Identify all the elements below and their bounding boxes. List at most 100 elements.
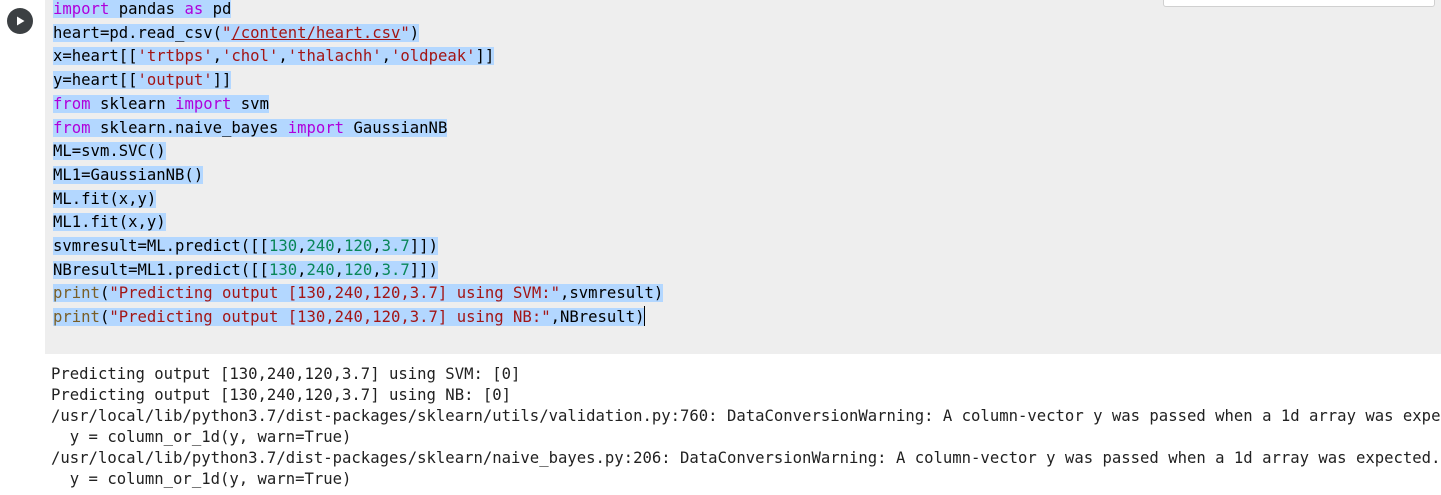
code-token: ML1=GaussianNB() — [53, 165, 204, 184]
code-token: 'output' — [137, 71, 213, 90]
code-token: , — [381, 47, 392, 66]
output-line: /usr/local/lib/python3.7/dist-packages/s… — [51, 407, 1441, 425]
output-line: Predicting output [130,240,120,3.7] usin… — [51, 386, 512, 404]
code-token: as — [184, 0, 204, 18]
code-token: " — [400, 23, 410, 42]
code-token: from — [53, 94, 91, 113]
selected-text: svmresult=ML.predict([[130,240,120,3.7]]… — [53, 237, 438, 255]
code-token: , — [372, 260, 382, 279]
code-line: import pandas as pd — [53, 0, 232, 20]
code-line: ML=svm.SVC() — [53, 140, 166, 162]
code-token: "Predicting output [130,240,120,3.7] usi… — [109, 284, 560, 303]
selected-text: heart=pd.read_csv("/content/heart.csv") — [53, 23, 420, 42]
code-cell: import pandas as pd heart=pd.read_csv("/c… — [0, 0, 1441, 495]
code-token: 'chol' — [222, 47, 279, 66]
code-token: sklearn.naive_bayes — [90, 118, 288, 137]
selected-text: from sklearn.naive_bayes import Gaussian… — [53, 118, 448, 137]
code-token: pd — [203, 0, 232, 18]
code-token: GaussianNB — [344, 118, 448, 137]
code-token: heart=pd.read_csv( — [53, 23, 222, 42]
code-line: print("Predicting output [130,240,120,3.… — [53, 282, 664, 304]
code-line: x=heart[['trtbps','chol','thalachh','old… — [53, 45, 495, 67]
code-line: print("Predicting output [130,240,120,3.… — [53, 306, 646, 328]
code-token: NBresult=ML1.predict([[ — [53, 260, 269, 279]
code-token: 120 — [344, 237, 373, 255]
code-token: ,svmresult) — [559, 284, 664, 303]
code-token: ML.fit(x,y) — [53, 189, 157, 208]
code-token: , — [278, 47, 288, 66]
code-token: print — [53, 284, 100, 303]
code-line: NBresult=ML1.predict([[130,240,120,3.7]]… — [53, 259, 438, 281]
code-line: heart=pd.read_csv("/content/heart.csv") — [53, 22, 420, 44]
code-token: ML1.fit(x,y) — [53, 213, 166, 232]
code-token: 130 — [268, 260, 298, 279]
code-token: ) — [409, 23, 420, 42]
code-token: 3.7 — [381, 237, 410, 255]
selected-text: x=heart[['trtbps','chol','thalachh','old… — [53, 47, 495, 66]
selected-text: ML1.fit(x,y) — [53, 213, 166, 232]
code-token: 'oldpeak' — [391, 47, 476, 66]
code-token: ]] — [212, 71, 232, 90]
code-token: import — [53, 0, 110, 18]
code-token: ( — [99, 308, 110, 327]
code-token: , — [297, 260, 307, 279]
run-cell-button[interactable] — [7, 8, 33, 34]
code-editor[interactable]: import pandas as pd heart=pd.read_csv("/c… — [45, 0, 1441, 354]
code-token: , — [334, 237, 345, 255]
code-token: ]] — [475, 47, 495, 66]
code-token: ]]) — [409, 237, 438, 255]
selected-text: from sklearn import svm — [53, 94, 269, 113]
code-token: import — [287, 118, 345, 137]
cell-gutter — [0, 0, 45, 354]
code-token: 240 — [306, 260, 335, 279]
output-line: Predicting output [130,240,120,3.7] usin… — [51, 365, 521, 383]
code-token: , — [372, 237, 382, 255]
code-token: , — [334, 260, 345, 279]
code-token: ]]) — [409, 260, 438, 279]
code-line: svmresult=ML.predict([[130,240,120,3.7]]… — [53, 235, 438, 257]
cell-toolbar — [1163, 0, 1435, 7]
code-token: 240 — [306, 237, 335, 255]
code-token: " — [222, 23, 232, 42]
output-line: y = column_or_1d(y, warn=True) — [51, 428, 352, 446]
code-token: , — [212, 47, 222, 66]
output-line: y = column_or_1d(y, warn=True) — [51, 470, 352, 488]
code-token: /content/heart.csv — [231, 23, 401, 42]
code-token: 130 — [268, 237, 298, 255]
code-token: 3.7 — [381, 260, 410, 279]
code-line: ML.fit(x,y) — [53, 188, 157, 210]
code-token: "Predicting output [130,240,120,3.7] usi… — [109, 308, 551, 327]
code-token: pandas — [109, 0, 185, 18]
code-token: ML=svm.SVC() — [53, 142, 166, 161]
code-token: sklearn — [90, 94, 176, 113]
code-line: from sklearn.naive_bayes import Gaussian… — [53, 117, 448, 139]
code-token: ,NBresult) — [550, 308, 645, 327]
output-line: /usr/local/lib/python3.7/dist-packages/s… — [51, 449, 1441, 467]
code-token: import — [175, 94, 232, 113]
selected-text: ML=svm.SVC() — [53, 142, 166, 161]
code-token: y=heart[[ — [53, 71, 138, 90]
code-token: svm — [231, 94, 269, 113]
selected-text: print("Predicting output [130,240,120,3.… — [53, 308, 645, 327]
selected-text: import pandas as pd — [53, 0, 232, 18]
code-line: y=heart[['output']] — [53, 69, 232, 91]
code-token: 'thalachh' — [287, 47, 382, 66]
code-token: 'trtbps' — [137, 47, 213, 66]
code-token: , — [297, 237, 307, 255]
code-token: x=heart[[ — [53, 47, 138, 66]
selected-text: ML1=GaussianNB() — [53, 165, 204, 184]
code-token: from — [53, 118, 91, 137]
text-cursor — [644, 306, 646, 327]
selected-text: print("Predicting output [130,240,120,3.… — [53, 284, 664, 303]
selected-text: NBresult=ML1.predict([[130,240,120,3.7]]… — [53, 260, 438, 279]
cell-output: Predicting output [130,240,120,3.7] usin… — [51, 364, 1441, 490]
selected-text: ML.fit(x,y) — [53, 189, 157, 208]
code-token: 120 — [344, 260, 373, 279]
code-line: ML1.fit(x,y) — [53, 211, 166, 233]
code-token: print — [53, 308, 100, 327]
code-line: ML1=GaussianNB() — [53, 164, 204, 186]
code-line: from sklearn import svm — [53, 93, 269, 115]
code-token: svmresult=ML.predict([[ — [53, 237, 269, 255]
play-icon — [17, 16, 25, 26]
selected-text: y=heart[['output']] — [53, 71, 232, 90]
